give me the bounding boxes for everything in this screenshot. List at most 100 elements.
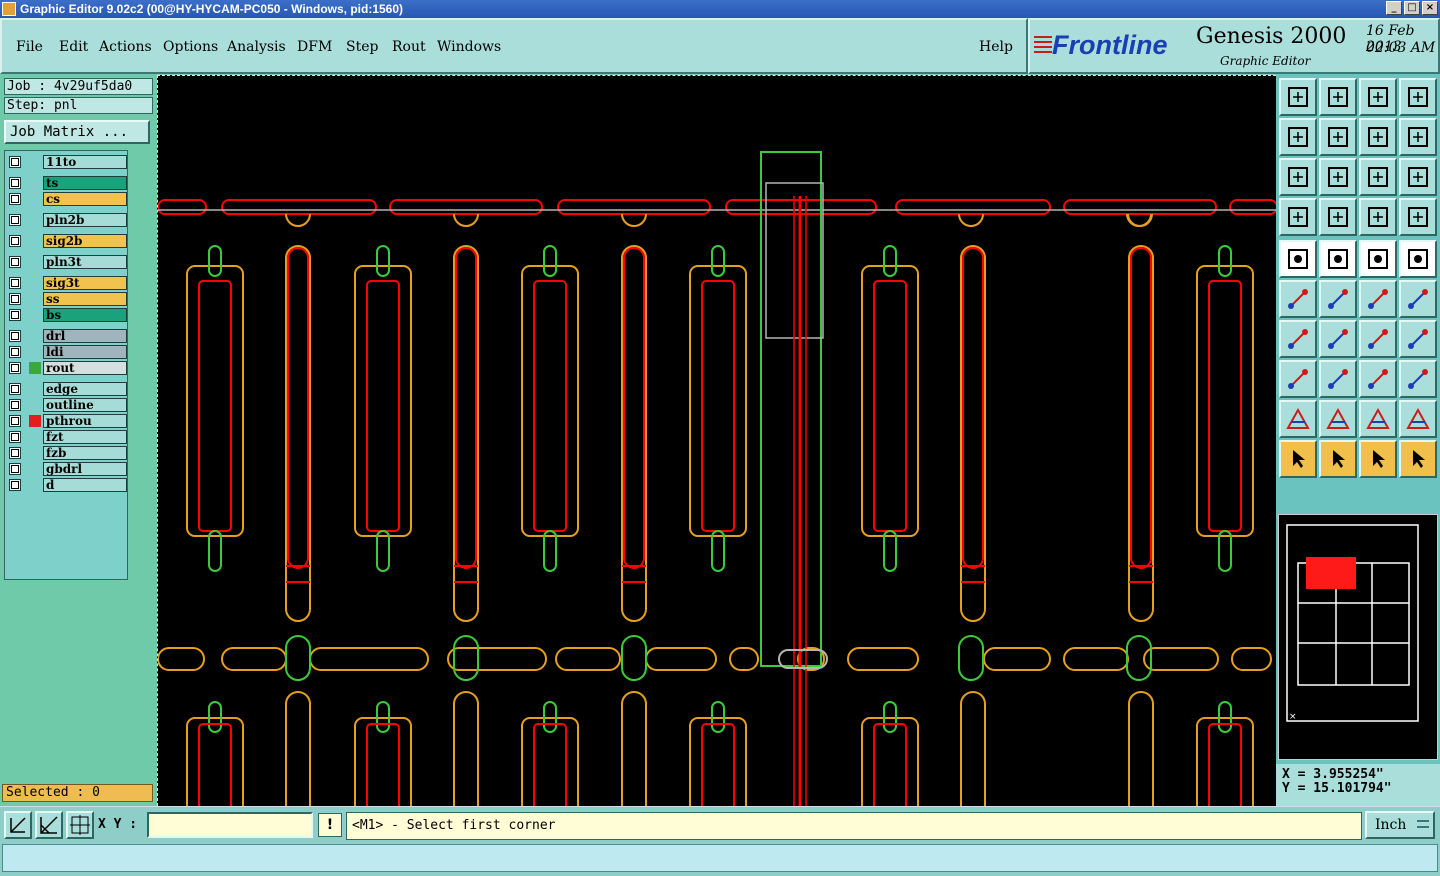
layer-checkbox[interactable]	[9, 293, 21, 305]
layer-name[interactable]: pln3t	[43, 255, 127, 269]
layer-row-fzt[interactable]: fzt	[9, 430, 127, 444]
layer-name[interactable]: pln2b	[43, 213, 127, 227]
layer-checkbox[interactable]	[9, 447, 21, 459]
close-button[interactable]: ×	[1422, 1, 1438, 15]
menu-step[interactable]: Step	[346, 39, 378, 55]
angle-icon[interactable]	[1279, 320, 1317, 358]
layer-checkbox[interactable]	[9, 156, 21, 168]
route-icon[interactable]	[1399, 440, 1437, 478]
layer-checkbox[interactable]	[9, 362, 21, 374]
layer-checkbox[interactable]	[9, 415, 21, 427]
shape-icon[interactable]	[1319, 240, 1357, 278]
open-step-icon[interactable]	[1279, 78, 1317, 116]
layer-color-swatch[interactable]	[29, 330, 41, 342]
minimize-button[interactable]: _	[1386, 1, 1402, 15]
triangle-b-icon[interactable]	[1319, 400, 1357, 438]
units-dropdown[interactable]: Inch	[1365, 811, 1435, 839]
pointer-orange-icon[interactable]	[1359, 440, 1397, 478]
layer-name[interactable]: rout	[43, 361, 127, 375]
layer-checkbox[interactable]	[9, 346, 21, 358]
layer-row-fzb[interactable]: fzb	[9, 446, 127, 460]
export-icon[interactable]	[1319, 118, 1357, 156]
menu-help[interactable]: Help	[979, 39, 1013, 55]
layer-row-d[interactable]: d	[9, 478, 127, 492]
layer-color-swatch[interactable]	[29, 447, 41, 459]
layer-color-swatch[interactable]	[29, 256, 41, 268]
split-view-icon[interactable]	[1399, 78, 1437, 116]
move-point-icon[interactable]	[1359, 280, 1397, 318]
layer-color-swatch[interactable]	[29, 479, 41, 491]
layer-name[interactable]: sig2b	[43, 234, 127, 248]
grid-icon[interactable]	[1319, 198, 1357, 236]
connect-icon[interactable]	[1279, 280, 1317, 318]
layer-color-swatch[interactable]	[29, 193, 41, 205]
layer-color-swatch[interactable]	[29, 431, 41, 443]
layer-a-icon[interactable]	[1359, 198, 1397, 236]
home-icon[interactable]	[1359, 78, 1397, 116]
pointer-box-icon[interactable]	[1319, 440, 1357, 478]
snap-icon[interactable]	[35, 811, 63, 839]
xy-input[interactable]	[147, 812, 313, 838]
layer-checkbox[interactable]	[9, 177, 21, 189]
layer-color-swatch[interactable]	[29, 177, 41, 189]
job-matrix-button[interactable]: Job Matrix ...	[4, 120, 150, 144]
menu-analysis[interactable]: Analysis	[227, 39, 286, 55]
menu-edit[interactable]: Edit	[59, 39, 88, 55]
layer-row-bs[interactable]: bs	[9, 308, 127, 322]
triangle-a-icon[interactable]	[1279, 400, 1317, 438]
layer-color-swatch[interactable]	[29, 383, 41, 395]
minus-icon[interactable]	[1319, 360, 1357, 398]
overview-map[interactable]: ×	[1278, 514, 1438, 760]
menu-file[interactable]: File	[16, 39, 43, 55]
layer-name[interactable]: ss	[43, 292, 127, 306]
layer-name[interactable]: ts	[43, 176, 127, 190]
layer-name[interactable]: pthrou	[43, 414, 127, 428]
layer-row-rout[interactable]: rout	[9, 361, 127, 375]
layer-color-swatch[interactable]	[29, 362, 41, 374]
arc-icon[interactable]	[1359, 320, 1397, 358]
layer-row-pthrou[interactable]: pthrou	[9, 414, 127, 428]
snake-icon[interactable]	[1399, 118, 1437, 156]
layer-color-swatch[interactable]	[29, 415, 41, 427]
graphic-canvas[interactable]	[157, 75, 1276, 806]
layer-color-swatch[interactable]	[29, 399, 41, 411]
layer-row-edge[interactable]: edge	[9, 382, 127, 396]
menu-dfm[interactable]: DFM	[297, 39, 332, 55]
layer-row-sig2b[interactable]: sig2b	[9, 234, 127, 248]
menu-options[interactable]: Options	[163, 39, 218, 55]
pad-icon[interactable]	[1279, 360, 1317, 398]
layer-color-swatch[interactable]	[29, 235, 41, 247]
layer-row-sig3t[interactable]: sig3t	[9, 276, 127, 290]
layer-row-11to[interactable]: 11to	[9, 155, 127, 169]
layer-checkbox[interactable]	[9, 214, 21, 226]
layer-checkbox[interactable]	[9, 399, 21, 411]
layer-name[interactable]: outline	[43, 398, 127, 412]
layer-name[interactable]: fzt	[43, 430, 127, 444]
layer-name[interactable]: d	[43, 478, 127, 492]
layer-checkbox[interactable]	[9, 330, 21, 342]
layer-row-cs[interactable]: cs	[9, 192, 127, 206]
layer-name[interactable]: sig3t	[43, 276, 127, 290]
flip-icon[interactable]	[1399, 320, 1437, 358]
layer-color-swatch[interactable]	[29, 309, 41, 321]
layer-b-icon[interactable]	[1399, 198, 1437, 236]
ruler-icon[interactable]	[1359, 240, 1397, 278]
camera-icon[interactable]	[1279, 240, 1317, 278]
layer-name[interactable]: drl	[43, 329, 127, 343]
layer-name[interactable]: ldi	[43, 345, 127, 359]
save-icon[interactable]	[1319, 78, 1357, 116]
layer-row-ts[interactable]: ts	[9, 176, 127, 190]
exclamation-button[interactable]: !	[318, 813, 342, 837]
layer-checkbox[interactable]	[9, 383, 21, 395]
pcb-drawing[interactable]	[158, 76, 1276, 806]
cluster-icon[interactable]	[1399, 360, 1437, 398]
layer-color-swatch[interactable]	[29, 463, 41, 475]
pin-icon[interactable]	[1399, 280, 1437, 318]
menu-windows[interactable]: Windows	[437, 39, 501, 55]
menu-actions[interactable]: Actions	[99, 39, 152, 55]
menu-rout[interactable]: Rout	[392, 39, 426, 55]
layer-checkbox[interactable]	[9, 277, 21, 289]
layer-row-pln3t[interactable]: pln3t	[9, 255, 127, 269]
layer-row-gbdrl[interactable]: gbdrl	[9, 462, 127, 476]
layer-checkbox[interactable]	[9, 256, 21, 268]
